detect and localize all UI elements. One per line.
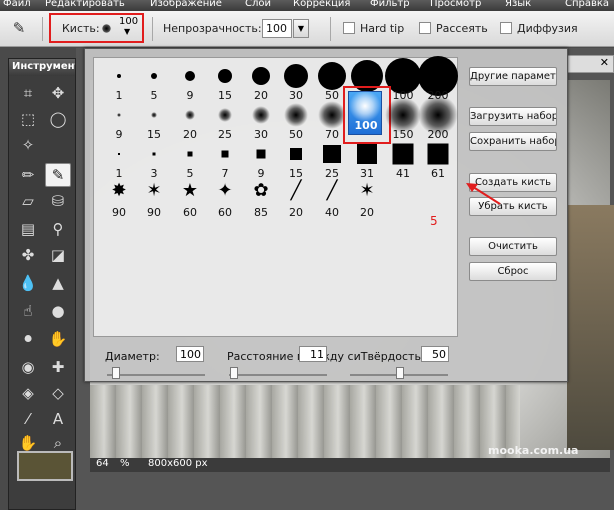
annotation-number: 5	[430, 214, 438, 228]
annotation-arrow-icon	[466, 183, 501, 205]
